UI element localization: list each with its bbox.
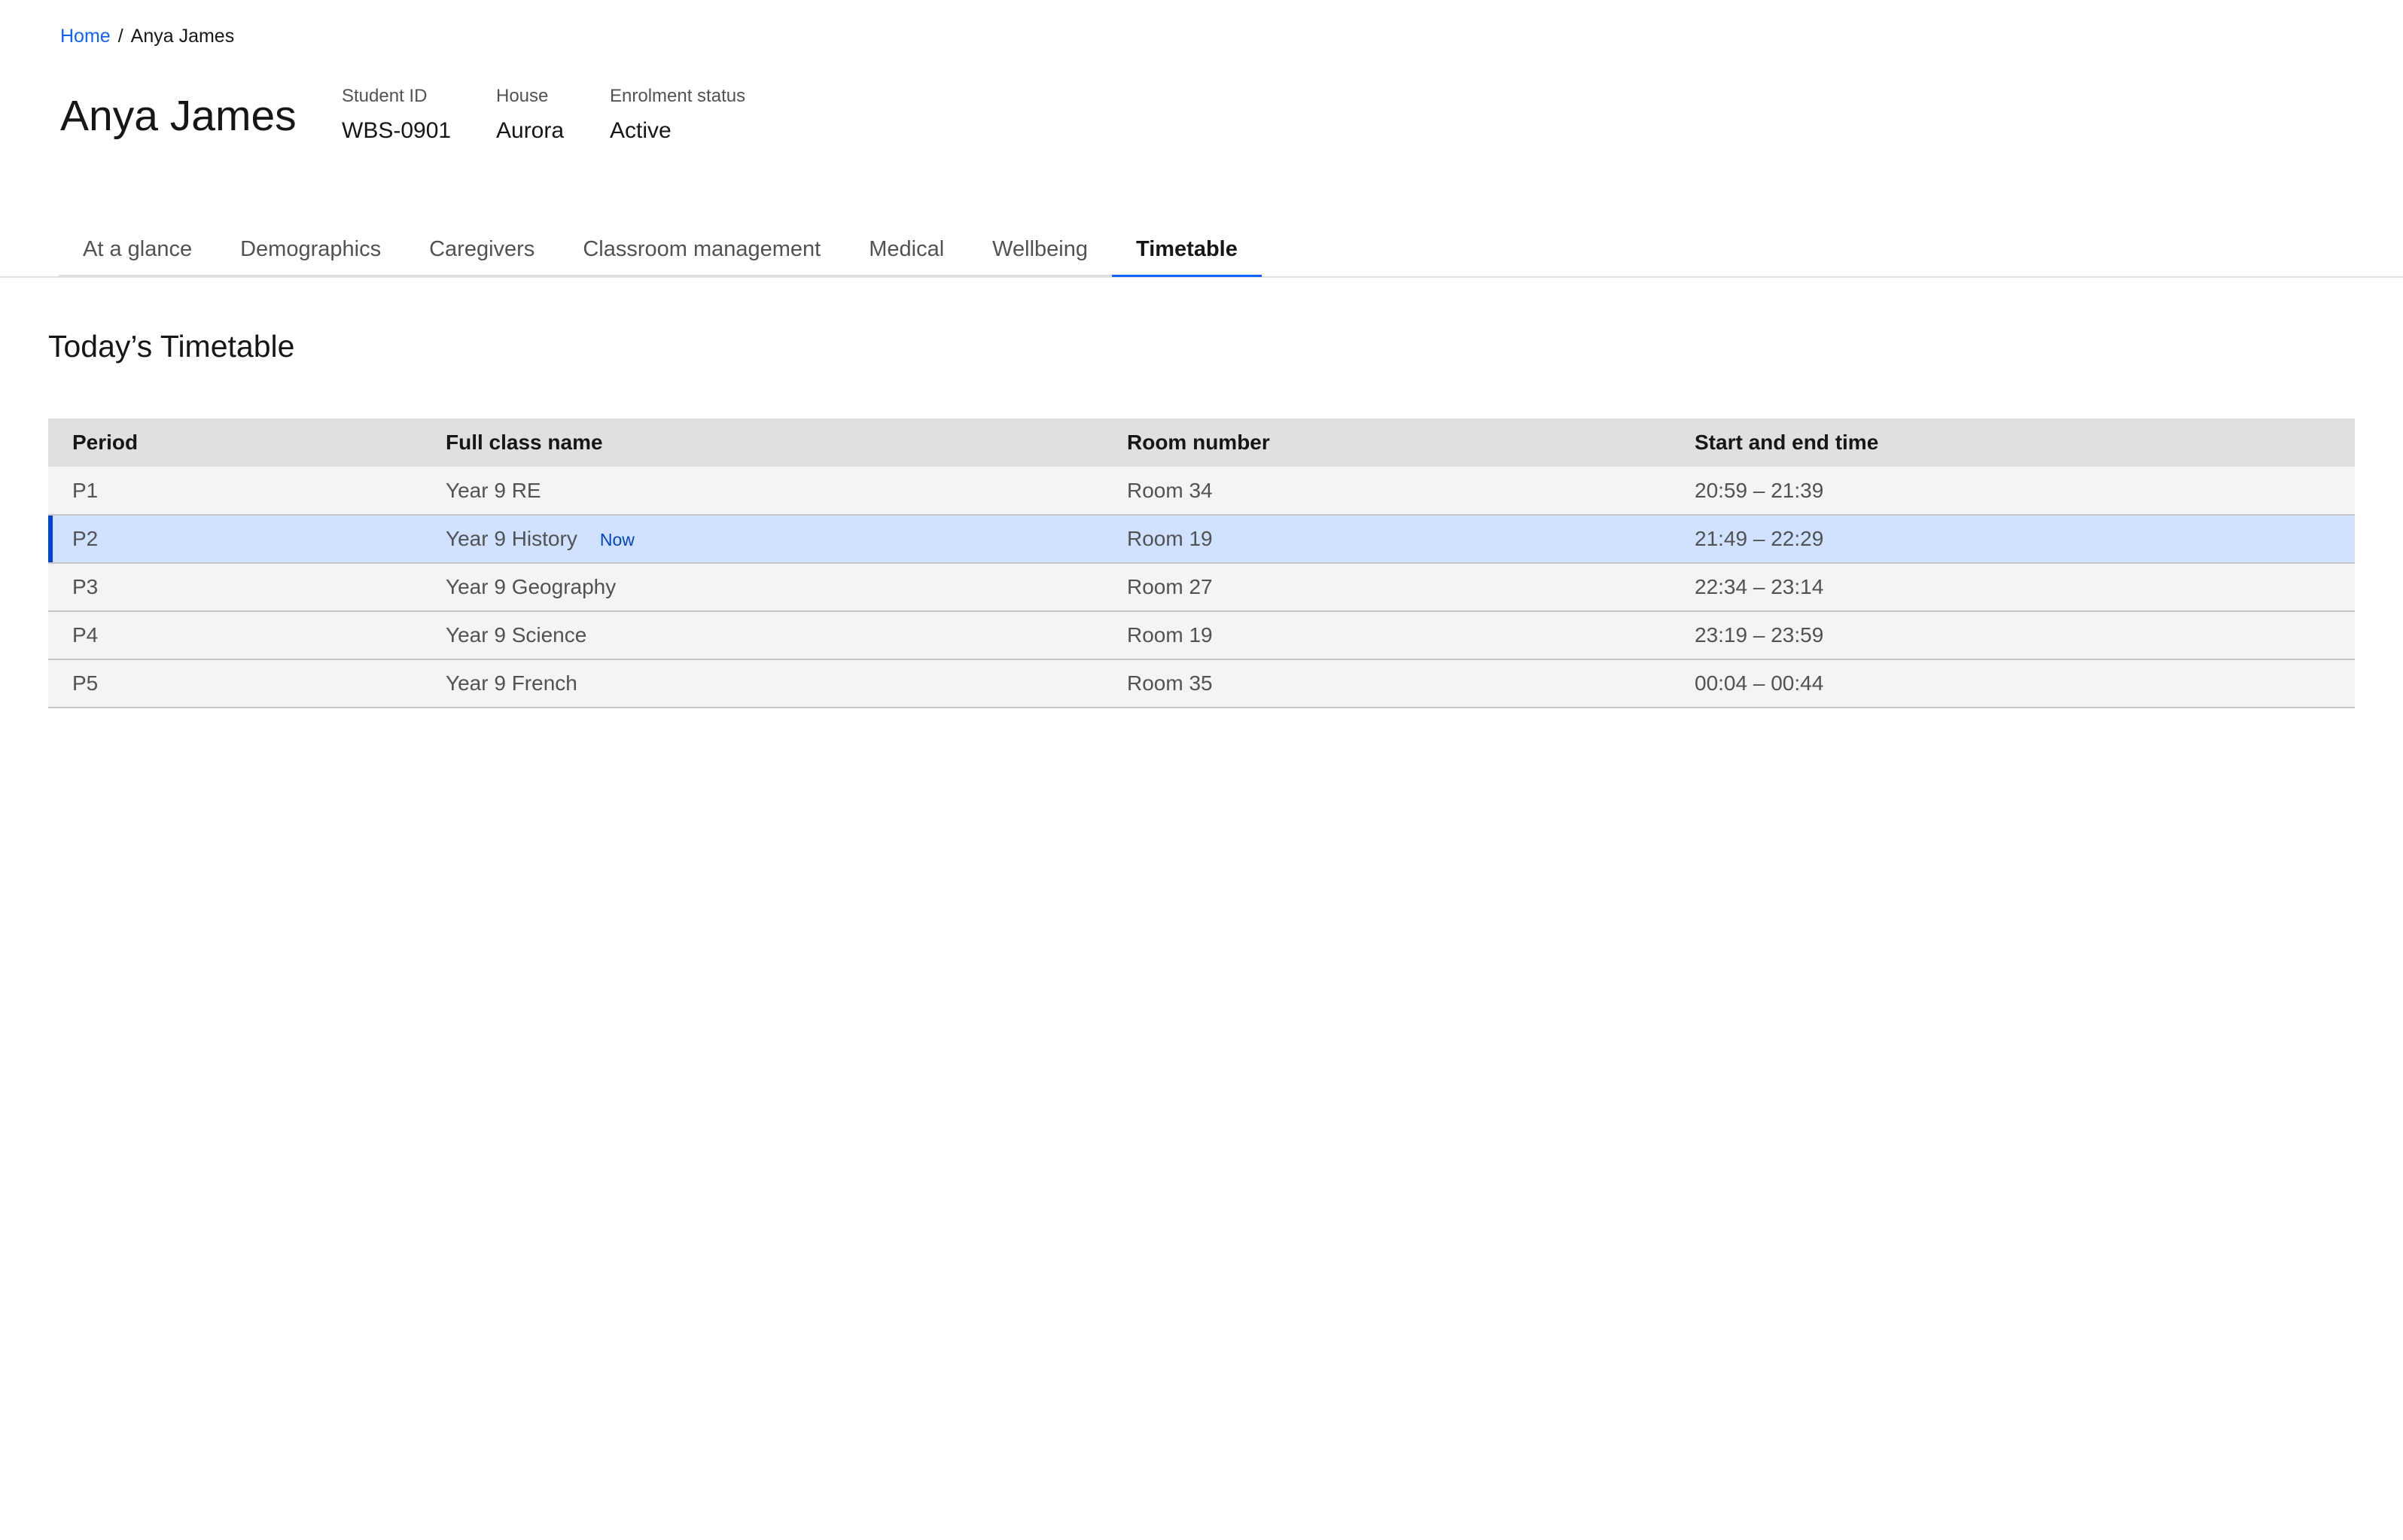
now-tag: Now	[599, 530, 635, 549]
period-cell: P5	[48, 659, 422, 708]
tab-classroom-management[interactable]: Classroom management	[559, 224, 845, 277]
house-label: House	[496, 86, 549, 106]
time-cell: 22:34 – 23:14	[1671, 563, 2355, 612]
class-name-cell: Year 9 History Now	[422, 515, 1103, 564]
time-cell: 23:19 – 23:59	[1671, 611, 2355, 660]
table-row: P5 Year 9 French Room 35 00:04 – 00:44	[48, 659, 2355, 708]
student-id-field: Student ID WBS-0901	[342, 84, 451, 146]
room-number-cell: Room 19	[1103, 611, 1671, 660]
tab-timetable[interactable]: Timetable	[1112, 224, 1262, 277]
enrolment-status-field: Enrolment status Active	[610, 84, 745, 146]
student-name: Anya James	[60, 92, 297, 140]
breadcrumb-home-link[interactable]: Home	[60, 23, 111, 50]
period-cell: P4	[48, 611, 422, 660]
column-header-period: Period	[48, 418, 422, 467]
class-name-cell: Year 9 Geography	[422, 563, 1103, 612]
room-number-cell: Room 19	[1103, 515, 1671, 564]
column-header-room-number: Room number	[1103, 418, 1671, 467]
tab-medical[interactable]: Medical	[845, 224, 969, 277]
period-cell: P2	[48, 515, 422, 564]
table-row-current: P2 Year 9 History Now Room 19 21:49 – 22:…	[48, 515, 2355, 564]
student-profile-page: Home / Anya James Anya James Student ID …	[0, 0, 2403, 1540]
column-header-time: Start and end time	[1671, 418, 2355, 467]
timetable-table: Period Full class name Room number Start…	[48, 418, 2355, 708]
room-number-cell: Room 27	[1103, 563, 1671, 612]
table-row: P1 Year 9 RE Room 34 20:59 – 21:39	[48, 467, 2355, 516]
profile-tabs: At a glance Demographics Caregivers Clas…	[59, 224, 1262, 277]
column-header-class-name: Full class name	[422, 418, 1103, 467]
student-id-label: Student ID	[342, 86, 428, 106]
table-row: P3 Year 9 Geography Room 27 22:34 – 23:1…	[48, 563, 2355, 612]
house-value: Aurora	[496, 118, 565, 143]
tab-at-a-glance[interactable]: At a glance	[59, 224, 217, 277]
class-name-text: Year 9 History	[446, 527, 577, 550]
room-number-cell: Room 35	[1103, 659, 1671, 708]
student-id-value: WBS-0901	[342, 118, 452, 143]
breadcrumb-current: Anya James	[130, 26, 235, 47]
breadcrumb: Home / Anya James	[60, 23, 234, 50]
period-cell: P1	[48, 467, 422, 516]
class-name-cell: Year 9 RE	[422, 467, 1103, 516]
room-number-cell: Room 34	[1103, 467, 1671, 516]
tab-demographics[interactable]: Demographics	[216, 224, 406, 277]
time-cell: 20:59 – 21:39	[1671, 467, 2355, 516]
class-name-cell: Year 9 French	[422, 659, 1103, 708]
table-row: P4 Year 9 Science Room 19 23:19 – 23:59	[48, 611, 2355, 660]
period-cell: P3	[48, 563, 422, 612]
table-header-row: Period Full class name Room number Start…	[48, 418, 2355, 467]
enrolment-status-label: Enrolment status	[610, 86, 746, 106]
class-name-cell: Year 9 Science	[422, 611, 1103, 660]
time-cell: 00:04 – 00:44	[1671, 659, 2355, 708]
time-cell: 21:49 – 22:29	[1671, 515, 2355, 564]
enrolment-status-value: Active	[610, 118, 672, 143]
tab-wellbeing[interactable]: Wellbeing	[968, 224, 1112, 277]
section-title: Today’s Timetable	[48, 329, 295, 364]
breadcrumb-separator: /	[117, 26, 123, 47]
tab-caregivers[interactable]: Caregivers	[405, 224, 559, 277]
house-field: House Aurora	[496, 84, 564, 146]
